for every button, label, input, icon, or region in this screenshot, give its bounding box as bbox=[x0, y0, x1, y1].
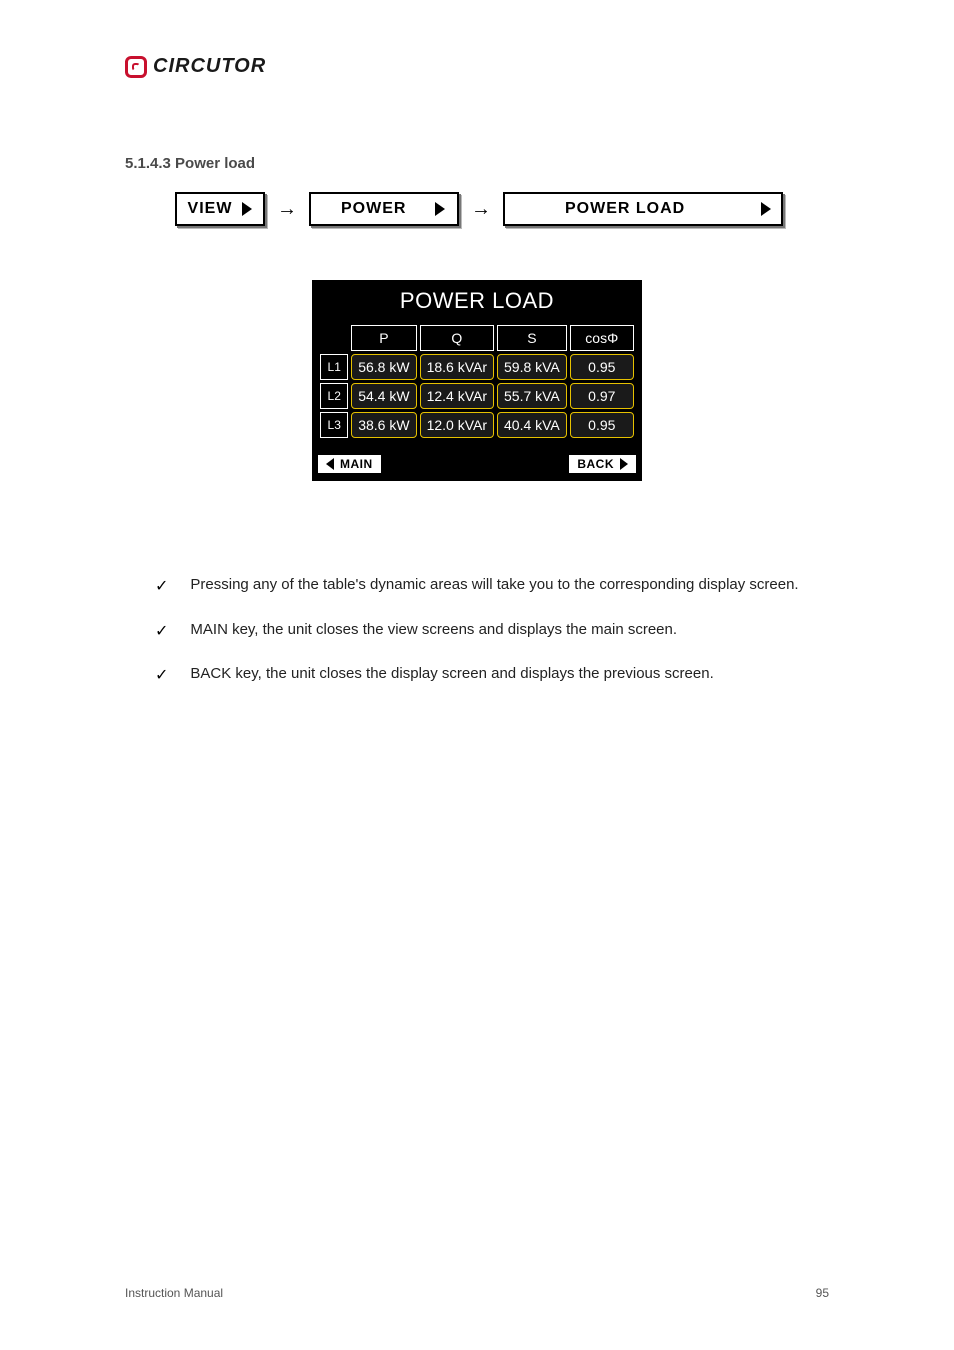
logo-icon bbox=[125, 56, 147, 78]
cell[interactable]: 12.4 kVAr bbox=[420, 383, 494, 409]
bullet-text: Pressing any of the table's dynamic area… bbox=[190, 575, 798, 595]
crumb-view-label: VIEW bbox=[188, 200, 233, 218]
table-row[interactable]: L2 54.4 kW 12.4 kVAr 55.7 kVA 0.97 bbox=[320, 383, 634, 409]
section-heading: 5.1.4.3 Power load bbox=[125, 155, 255, 172]
list-item: ✓ BACK key, the unit closes the display … bbox=[155, 664, 804, 687]
page-number: 95 bbox=[816, 1286, 829, 1300]
cell[interactable]: 40.4 kVA bbox=[497, 412, 567, 438]
table-row[interactable]: L3 38.6 kW 12.0 kVAr 40.4 kVA 0.95 bbox=[320, 412, 634, 438]
play-right-icon bbox=[242, 202, 252, 216]
cell[interactable]: 0.95 bbox=[570, 412, 634, 438]
breadcrumb: VIEW → POWER → POWER LOAD bbox=[175, 192, 829, 226]
main-button-label: MAIN bbox=[340, 457, 373, 471]
back-button[interactable]: BACK bbox=[569, 455, 636, 473]
bullet-text: BACK key, the unit closes the display sc… bbox=[190, 664, 713, 684]
table-corner-blank bbox=[320, 325, 348, 351]
cell[interactable]: 0.95 bbox=[570, 354, 634, 380]
crumb-power-label: POWER bbox=[341, 200, 406, 218]
col-header: cosΦ bbox=[570, 325, 634, 351]
table-row[interactable]: L1 56.8 kW 18.6 kVAr 59.8 kVA 0.95 bbox=[320, 354, 634, 380]
cell[interactable]: 56.8 kW bbox=[351, 354, 416, 380]
device-title: POWER LOAD bbox=[314, 282, 640, 322]
cell[interactable]: 59.8 kVA bbox=[497, 354, 567, 380]
back-button-label: BACK bbox=[577, 457, 614, 471]
check-icon: ✓ bbox=[155, 665, 168, 687]
cell[interactable]: 38.6 kW bbox=[351, 412, 416, 438]
cell[interactable]: 0.97 bbox=[570, 383, 634, 409]
row-header: L1 bbox=[320, 354, 348, 380]
crumb-load-button[interactable]: POWER LOAD bbox=[503, 192, 783, 226]
list-item: ✓ MAIN key, the unit closes the view scr… bbox=[155, 620, 804, 643]
play-right-icon bbox=[435, 202, 445, 216]
col-header: Q bbox=[420, 325, 494, 351]
footer-left: Instruction Manual bbox=[125, 1286, 223, 1300]
check-icon: ✓ bbox=[155, 621, 168, 643]
logo-text: CIRCUTOR bbox=[153, 55, 266, 78]
play-right-icon bbox=[620, 458, 628, 470]
play-left-icon bbox=[326, 458, 334, 470]
bullet-list: ✓ Pressing any of the table's dynamic ar… bbox=[155, 575, 804, 709]
device-footer: MAIN BACK bbox=[314, 455, 640, 479]
cell[interactable]: 18.6 kVAr bbox=[420, 354, 494, 380]
arrow-icon: → bbox=[471, 198, 491, 221]
cell[interactable]: 55.7 kVA bbox=[497, 383, 567, 409]
play-right-icon bbox=[761, 202, 771, 216]
col-header: P bbox=[351, 325, 416, 351]
bullet-text: MAIN key, the unit closes the view scree… bbox=[190, 620, 677, 640]
power-table: P Q S cosΦ L1 56.8 kW 18.6 kVAr 59.8 kVA… bbox=[317, 322, 637, 441]
crumb-power-button[interactable]: POWER bbox=[309, 192, 459, 226]
list-item: ✓ Pressing any of the table's dynamic ar… bbox=[155, 575, 804, 598]
device-screen: POWER LOAD P Q S cosΦ L1 56.8 kW 18.6 kV… bbox=[312, 280, 642, 481]
main-button[interactable]: MAIN bbox=[318, 455, 381, 473]
check-icon: ✓ bbox=[155, 576, 168, 598]
cell[interactable]: 12.0 kVAr bbox=[420, 412, 494, 438]
row-header: L2 bbox=[320, 383, 348, 409]
logo: CIRCUTOR bbox=[125, 55, 266, 78]
crumb-view-button[interactable]: VIEW bbox=[175, 192, 265, 226]
col-header: S bbox=[497, 325, 567, 351]
cell[interactable]: 54.4 kW bbox=[351, 383, 416, 409]
page-footer: Instruction Manual 95 bbox=[125, 1286, 829, 1300]
arrow-icon: → bbox=[277, 198, 297, 221]
crumb-load-label: POWER LOAD bbox=[565, 200, 685, 218]
row-header: L3 bbox=[320, 412, 348, 438]
